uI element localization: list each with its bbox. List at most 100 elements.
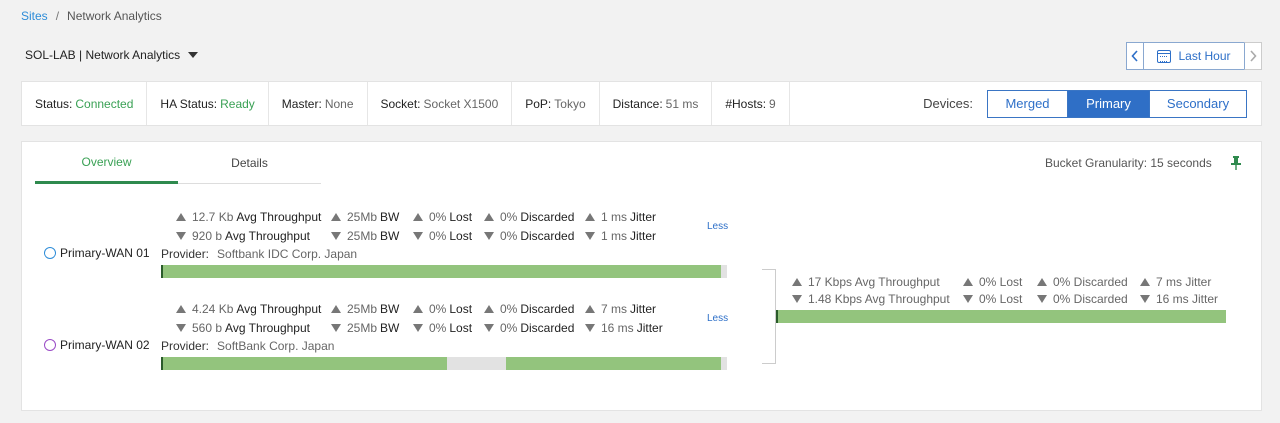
link-primary-wan-01[interactable]: Primary-WAN 01 bbox=[44, 246, 150, 260]
merged-jitter: 16 ms Jitter bbox=[1140, 292, 1218, 306]
provider-value: SoftBank Corp. Japan bbox=[217, 339, 335, 353]
arrow-up-icon bbox=[331, 305, 341, 313]
analytics-panel: Overview Details Bucket Granularity: 15 … bbox=[21, 141, 1262, 411]
metric-jitter: 7 ms Jitter bbox=[585, 302, 656, 316]
time-range-button[interactable]: Last Hour bbox=[1144, 42, 1244, 70]
metric-unit: Jitter bbox=[630, 229, 657, 243]
distance-value: 51 ms bbox=[665, 96, 699, 111]
link2-provider: Provider: SoftBank Corp. Japan bbox=[161, 339, 334, 353]
tab-overview[interactable]: Overview bbox=[35, 142, 178, 184]
metric-text: 0% Lost bbox=[979, 275, 1023, 289]
time-next-button[interactable] bbox=[1244, 42, 1262, 70]
metric-unit: Avg Throughput bbox=[236, 302, 322, 316]
pop-value: Tokyo bbox=[554, 96, 586, 111]
metric-value: 12.7 Kb bbox=[192, 210, 234, 224]
link-name: Primary-WAN 01 bbox=[60, 246, 150, 260]
caret-down-icon bbox=[188, 52, 199, 58]
device-secondary-button[interactable]: Secondary bbox=[1150, 89, 1247, 118]
arrow-up-icon bbox=[792, 278, 802, 286]
merged-jitter: 7 ms Jitter bbox=[1140, 275, 1211, 289]
metric-value: 0% bbox=[500, 210, 518, 224]
link1-upstream-metrics: 12.7 Kb Avg Throughput 25Mb BW 0% Lost 0% Di… bbox=[176, 209, 716, 225]
metric-unit: Lost bbox=[449, 321, 473, 335]
metric-text: 7 ms Jitter bbox=[1156, 275, 1212, 289]
breadcrumb: Sites / Network Analytics bbox=[21, 9, 162, 23]
status-hosts: #Hosts: 9 bbox=[712, 82, 790, 125]
arrow-down-icon bbox=[413, 232, 423, 240]
bar-filled-segment bbox=[776, 310, 1226, 323]
metric-jitter: 16 ms Jitter bbox=[585, 321, 663, 335]
link2-less-toggle[interactable]: Less bbox=[707, 313, 728, 324]
metric-throughput: 4.24 Kb Avg Throughput bbox=[176, 302, 321, 316]
link-indicator-icon bbox=[44, 339, 56, 351]
arrow-down-icon bbox=[176, 232, 186, 240]
metric-unit: BW bbox=[380, 210, 400, 224]
metric-discarded: 0% Discarded bbox=[484, 321, 574, 335]
time-prev-button[interactable] bbox=[1126, 42, 1144, 70]
metric-bw: 25Mb BW bbox=[331, 229, 399, 243]
arrow-up-icon bbox=[963, 278, 973, 286]
metric-unit: BW bbox=[380, 321, 400, 335]
merged-discarded: 0% Discarded bbox=[1037, 292, 1128, 306]
device-merged-button[interactable]: Merged bbox=[987, 89, 1068, 118]
arrow-down-icon bbox=[792, 295, 802, 303]
arrow-down-icon bbox=[484, 232, 494, 240]
chevron-right-icon bbox=[1250, 50, 1257, 62]
merged-downstream-metrics: 1.48 Kbps Avg Throughput 0% Lost 0% Disc… bbox=[792, 291, 1252, 307]
link2-usage-bar bbox=[161, 357, 727, 370]
metric-unit: Jitter bbox=[636, 321, 663, 335]
master-value: None bbox=[324, 96, 354, 111]
metric-unit: Lost bbox=[449, 229, 473, 243]
status-socket: Socket: Socket X1500 bbox=[368, 82, 513, 125]
metric-value: 7 ms bbox=[601, 302, 628, 316]
merged-discarded: 0% Discarded bbox=[1037, 275, 1128, 289]
ha-status-value: Ready bbox=[220, 96, 255, 111]
device-primary-button[interactable]: Primary bbox=[1068, 89, 1150, 118]
pop-key: PoP: bbox=[525, 96, 552, 111]
merged-lost: 0% Lost bbox=[963, 275, 1022, 289]
bar-filled-segment bbox=[506, 357, 721, 370]
link-indicator-icon bbox=[44, 247, 56, 259]
merge-connector bbox=[762, 269, 776, 364]
metric-jitter: 1 ms Jitter bbox=[585, 229, 656, 243]
metric-bw: 25Mb BW bbox=[331, 210, 399, 224]
metric-bw: 25Mb BW bbox=[331, 302, 399, 316]
metric-discarded: 0% Discarded bbox=[484, 229, 574, 243]
site-selector[interactable]: SOL-LAB | Network Analytics bbox=[25, 48, 199, 62]
metric-value: 0% bbox=[429, 210, 447, 224]
provider-label: Provider: bbox=[161, 247, 210, 261]
arrow-up-icon bbox=[585, 305, 595, 313]
bar-filled-segment bbox=[161, 265, 721, 278]
breadcrumb-separator: / bbox=[55, 9, 60, 23]
metric-value: 1 ms bbox=[601, 210, 628, 224]
status-pop: PoP: Tokyo bbox=[512, 82, 600, 125]
metric-unit: Discarded bbox=[520, 210, 575, 224]
metric-value: 25Mb bbox=[347, 321, 378, 335]
metric-value: 0% bbox=[500, 302, 518, 316]
status-value: Connected bbox=[75, 96, 134, 111]
metric-unit: Discarded bbox=[520, 302, 575, 316]
breadcrumb-current: Network Analytics bbox=[67, 9, 162, 23]
metric-value: 0% bbox=[429, 321, 447, 335]
arrow-up-icon bbox=[413, 213, 423, 221]
bar-filled-segment bbox=[161, 357, 447, 370]
arrow-down-icon bbox=[484, 324, 494, 332]
arrow-up-icon bbox=[484, 213, 494, 221]
arrow-down-icon bbox=[1037, 295, 1047, 303]
link1-provider: Provider: Softbank IDC Corp. Japan bbox=[161, 247, 357, 261]
arrow-down-icon bbox=[331, 232, 341, 240]
arrow-up-icon bbox=[413, 305, 423, 313]
metric-unit: Lost bbox=[449, 210, 473, 224]
link2-downstream-metrics: 560 b Avg Throughput 25Mb BW 0% Lost 0% Disc… bbox=[176, 320, 716, 336]
tab-details[interactable]: Details bbox=[178, 142, 321, 184]
arrow-down-icon bbox=[585, 324, 595, 332]
link1-less-toggle[interactable]: Less bbox=[707, 221, 728, 232]
merged-usage-bar bbox=[776, 310, 1226, 323]
metric-value: 0% bbox=[500, 229, 518, 243]
breadcrumb-sites-link[interactable]: Sites bbox=[21, 9, 48, 23]
metric-text: 1.48 Kbps Avg Throughput bbox=[808, 292, 950, 306]
link-primary-wan-02[interactable]: Primary-WAN 02 bbox=[44, 338, 150, 352]
pin-icon[interactable] bbox=[1229, 155, 1243, 171]
arrow-down-icon bbox=[963, 295, 973, 303]
metric-text: 0% Lost bbox=[979, 292, 1023, 306]
